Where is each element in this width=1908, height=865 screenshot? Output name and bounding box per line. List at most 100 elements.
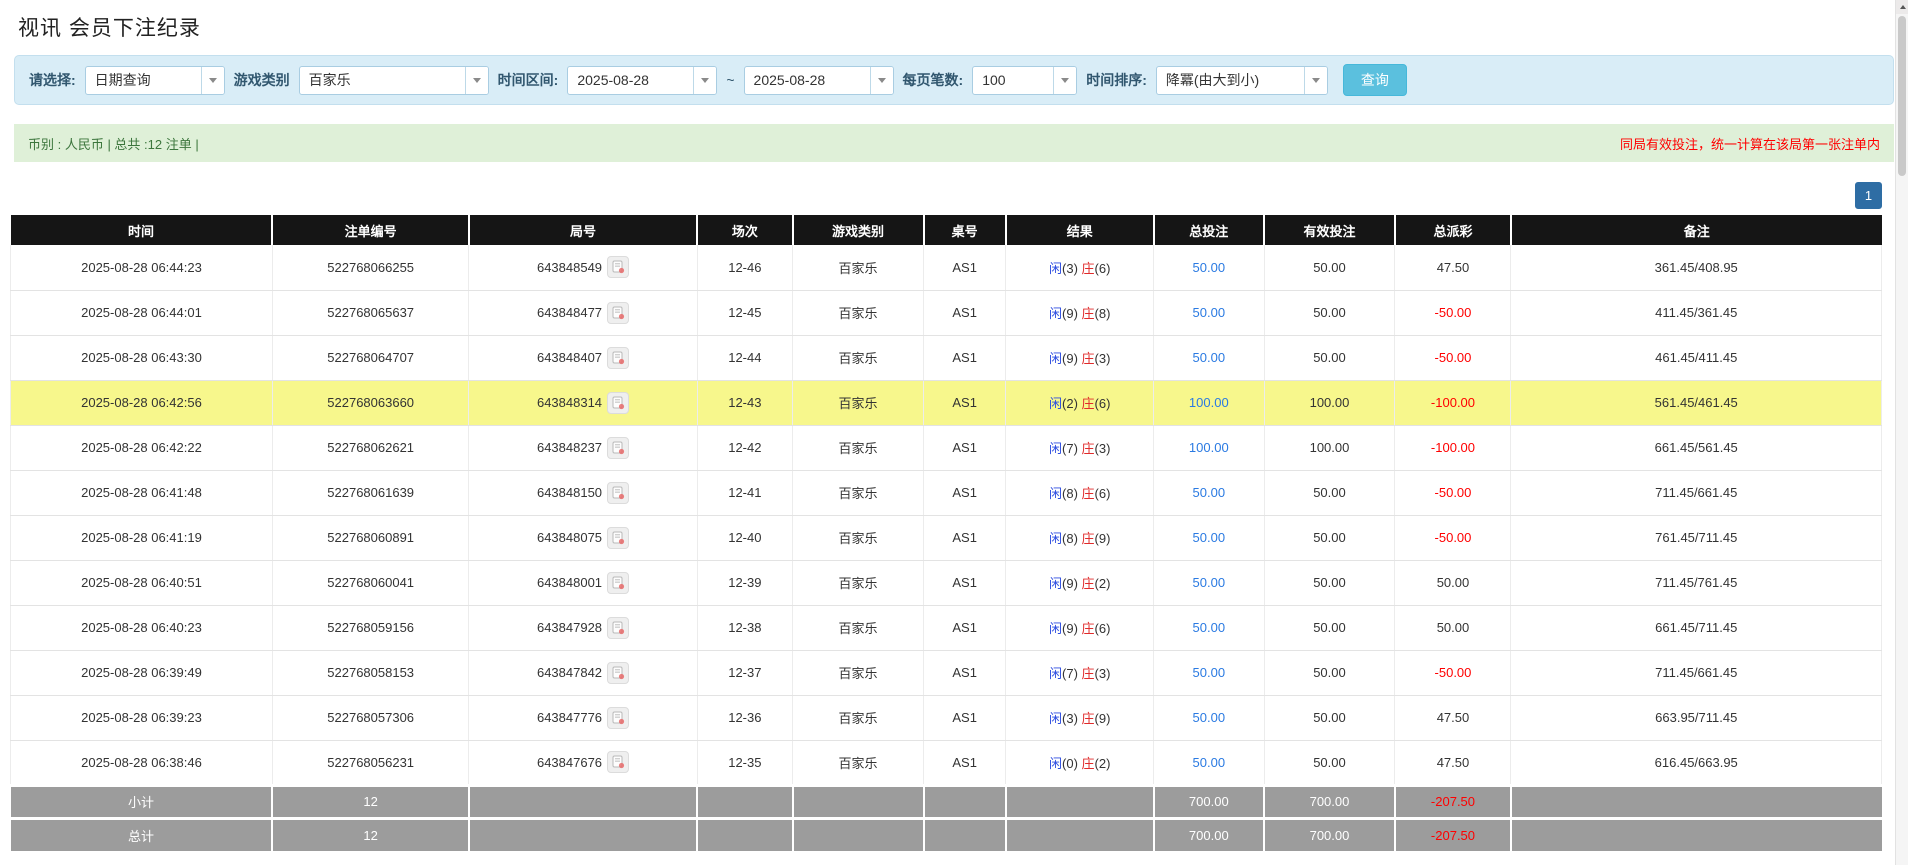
- cell-total-bet: 100.00: [1154, 380, 1264, 425]
- result-banker-score: (2): [1095, 576, 1111, 591]
- total-bet-link[interactable]: 50.00: [1193, 305, 1226, 320]
- cell-session: 12-42: [697, 425, 792, 470]
- currency-total-text: 币别 : 人民币 | 总共 :12 注单 |: [28, 134, 199, 153]
- cell-game-type: 百家乐: [793, 560, 924, 605]
- cell-result: 闲(9) 庄(2): [1006, 560, 1154, 605]
- total-bet-link[interactable]: 50.00: [1193, 755, 1226, 770]
- cell-payout: -50.00: [1395, 515, 1511, 560]
- result-player-score: (0): [1062, 756, 1078, 771]
- game-record-icon[interactable]: [607, 662, 629, 684]
- cell-remark: 411.45/361.45: [1511, 290, 1882, 335]
- result-banker-label: 庄: [1082, 576, 1095, 591]
- cell-session: 12-44: [697, 335, 792, 380]
- total-total-bet: 700.00: [1154, 818, 1264, 851]
- page-size-select[interactable]: 100: [972, 66, 1077, 95]
- cell-valid-bet: 50.00: [1264, 470, 1395, 515]
- cell-result: 闲(8) 庄(9): [1006, 515, 1154, 560]
- page-size-value: 100: [973, 67, 1053, 94]
- total-bet-link[interactable]: 50.00: [1193, 620, 1226, 635]
- chevron-down-icon[interactable]: [693, 67, 716, 94]
- total-bet-link[interactable]: 50.00: [1193, 710, 1226, 725]
- game-record-icon[interactable]: [607, 482, 629, 504]
- total-bet-link[interactable]: 50.00: [1193, 575, 1226, 590]
- table-row: 2025-08-28 06:39:49 522768058153 6438478…: [11, 650, 1882, 695]
- game-record-icon[interactable]: [607, 347, 629, 369]
- game-record-icon[interactable]: [607, 527, 629, 549]
- chevron-down-icon[interactable]: [1304, 67, 1327, 94]
- game-record-icon[interactable]: [607, 437, 629, 459]
- total-bet-link[interactable]: 50.00: [1193, 530, 1226, 545]
- cell-total-bet: 50.00: [1154, 560, 1264, 605]
- subtotal-label: 小计: [11, 785, 273, 818]
- cell-bet-id: 522768066255: [272, 245, 468, 290]
- cell-time: 2025-08-28 06:44:23: [11, 245, 273, 290]
- total-bet-link[interactable]: 50.00: [1193, 350, 1226, 365]
- cell-table-no: AS1: [924, 515, 1006, 560]
- date-from-picker[interactable]: 2025-08-28: [567, 66, 717, 95]
- cell-time: 2025-08-28 06:41:48: [11, 470, 273, 515]
- result-banker-score: (6): [1095, 486, 1111, 501]
- game-record-icon[interactable]: [607, 572, 629, 594]
- query-mode-select[interactable]: 日期查询: [85, 66, 225, 95]
- cell-total-bet: 50.00: [1154, 335, 1264, 380]
- scroll-up-icon[interactable]: [1896, 0, 1908, 14]
- cell-round-id: 643848237: [469, 425, 697, 470]
- page-number-button[interactable]: 1: [1855, 182, 1882, 209]
- cell-table-no: AS1: [924, 470, 1006, 515]
- total-valid-bet: 700.00: [1264, 818, 1395, 851]
- chevron-down-icon[interactable]: [465, 67, 488, 94]
- total-bet-link[interactable]: 50.00: [1193, 665, 1226, 680]
- cell-bet-id: 522768061639: [272, 470, 468, 515]
- game-type-select[interactable]: 百家乐: [299, 66, 489, 95]
- round-number: 643847676: [537, 755, 602, 770]
- round-number: 643847776: [537, 710, 602, 725]
- time-sort-select[interactable]: 降冪(由大到小): [1156, 66, 1328, 95]
- cell-payout: 47.50: [1395, 695, 1511, 740]
- cell-time: 2025-08-28 06:38:46: [11, 740, 273, 785]
- result-player-label: 闲: [1049, 621, 1062, 636]
- round-number: 643848237: [537, 440, 602, 455]
- total-bet-link[interactable]: 100.00: [1189, 395, 1229, 410]
- total-bet-link[interactable]: 100.00: [1189, 440, 1229, 455]
- result-player-label: 闲: [1049, 396, 1062, 411]
- total-bet-link[interactable]: 50.00: [1193, 485, 1226, 500]
- cell-bet-id: 522768060041: [272, 560, 468, 605]
- result-banker-score: (3): [1095, 351, 1111, 366]
- betting-records-table: 时间 注单编号 局号 场次 游戏类别 桌号 结果 总投注 有效投注 总派彩 备注…: [10, 215, 1882, 851]
- chevron-down-icon[interactable]: [201, 67, 224, 94]
- result-banker-score: (8): [1095, 306, 1111, 321]
- round-number: 643848549: [537, 260, 602, 275]
- query-button[interactable]: 查询: [1343, 64, 1407, 96]
- scrollbar-thumb[interactable]: [1898, 16, 1906, 176]
- game-record-icon[interactable]: [607, 392, 629, 414]
- game-type-label: 游戏类别: [234, 70, 290, 90]
- cell-time: 2025-08-28 06:44:01: [11, 290, 273, 335]
- cell-session: 12-46: [697, 245, 792, 290]
- cell-result: 闲(3) 庄(6): [1006, 245, 1154, 290]
- cell-valid-bet: 50.00: [1264, 695, 1395, 740]
- chevron-down-icon[interactable]: [870, 67, 893, 94]
- chevron-down-icon[interactable]: [1053, 67, 1076, 94]
- summary-bar: 币别 : 人民币 | 总共 :12 注单 | 同局有效投注，统一计算在该局第一张…: [14, 124, 1894, 162]
- query-mode-value: 日期查询: [86, 67, 201, 94]
- game-record-icon[interactable]: [607, 302, 629, 324]
- cell-remark: 561.45/461.45: [1511, 380, 1882, 425]
- game-record-icon[interactable]: [607, 707, 629, 729]
- date-to-picker[interactable]: 2025-08-28: [744, 66, 894, 95]
- result-banker-score: (3): [1095, 666, 1111, 681]
- total-bet-link[interactable]: 50.00: [1193, 260, 1226, 275]
- date-range-tilde: ~: [726, 72, 734, 88]
- cell-result: 闲(0) 庄(2): [1006, 740, 1154, 785]
- cell-payout: -50.00: [1395, 290, 1511, 335]
- result-player-score: (8): [1062, 531, 1078, 546]
- game-record-icon[interactable]: [607, 751, 629, 773]
- cell-payout: -50.00: [1395, 650, 1511, 695]
- cell-total-bet: 50.00: [1154, 245, 1264, 290]
- vertical-scrollbar[interactable]: [1895, 0, 1908, 865]
- game-record-icon[interactable]: [607, 256, 629, 278]
- game-record-icon[interactable]: [607, 617, 629, 639]
- cell-payout: -100.00: [1395, 425, 1511, 470]
- total-row: 总计 12 700.00 700.00 -207.50: [11, 818, 1882, 851]
- cell-total-bet: 50.00: [1154, 605, 1264, 650]
- cell-table-no: AS1: [924, 245, 1006, 290]
